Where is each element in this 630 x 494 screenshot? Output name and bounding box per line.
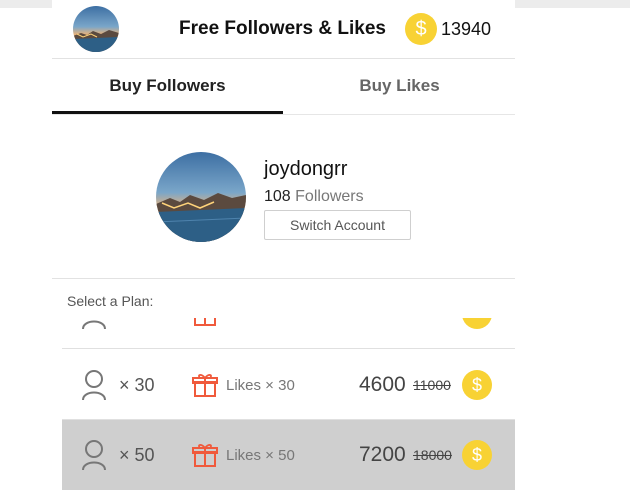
followers-count: 108 [264,188,291,205]
username: joydongrr [264,158,348,180]
gift-icon [192,444,218,467]
plan-row-partial[interactable] [62,318,515,349]
tab-divider [52,114,515,115]
coin-icon: $ [462,370,492,400]
plan-row-selected[interactable]: × 50 Likes × 50 7200 18000 $ [62,420,515,490]
plan-price: 7200 [359,443,406,466]
plan-row[interactable]: × 30 Likes × 30 4600 11000 $ [62,350,515,420]
gift-icon [192,374,218,397]
tab-buy-likes[interactable]: Buy Likes [284,58,515,113]
person-icon [82,370,106,401]
person-icon [82,440,106,471]
plan-price: 4600 [359,373,406,396]
row-separator [62,348,515,349]
gift-icon [194,318,216,326]
select-plan-label: Select a Plan: [67,293,154,309]
followers-info: 108 Followers [264,188,364,206]
profile-avatar [156,152,246,242]
switch-account-button[interactable]: Switch Account [264,210,411,240]
bonus-likes: Likes × 30 [226,377,295,394]
header: Free Followers & Likes $ 13940 [52,0,515,59]
person-icon [82,320,106,330]
coin-balance: 13940 [441,19,492,39]
plan-old-price: 11000 [413,377,451,393]
tab-buy-followers[interactable]: Buy Followers [52,58,283,113]
followers-label: Followers [295,188,364,205]
coin-icon: $ [462,440,492,470]
plan-divider [52,278,515,279]
follower-count: × 50 [119,445,155,465]
follower-count: × 30 [119,375,155,395]
app-title: Free Followers & Likes [179,18,386,39]
coin-icon: $ [405,13,437,45]
header-avatar[interactable] [73,6,119,52]
coin-icon [462,318,492,329]
bonus-likes: Likes × 50 [226,447,295,464]
app-container: Free Followers & Likes $ 13940 Buy Follo… [52,0,515,494]
plan-list[interactable]: × 30 Likes × 30 4600 11000 $ × 50 Likes … [62,318,515,494]
plan-old-price: 18000 [413,447,452,463]
